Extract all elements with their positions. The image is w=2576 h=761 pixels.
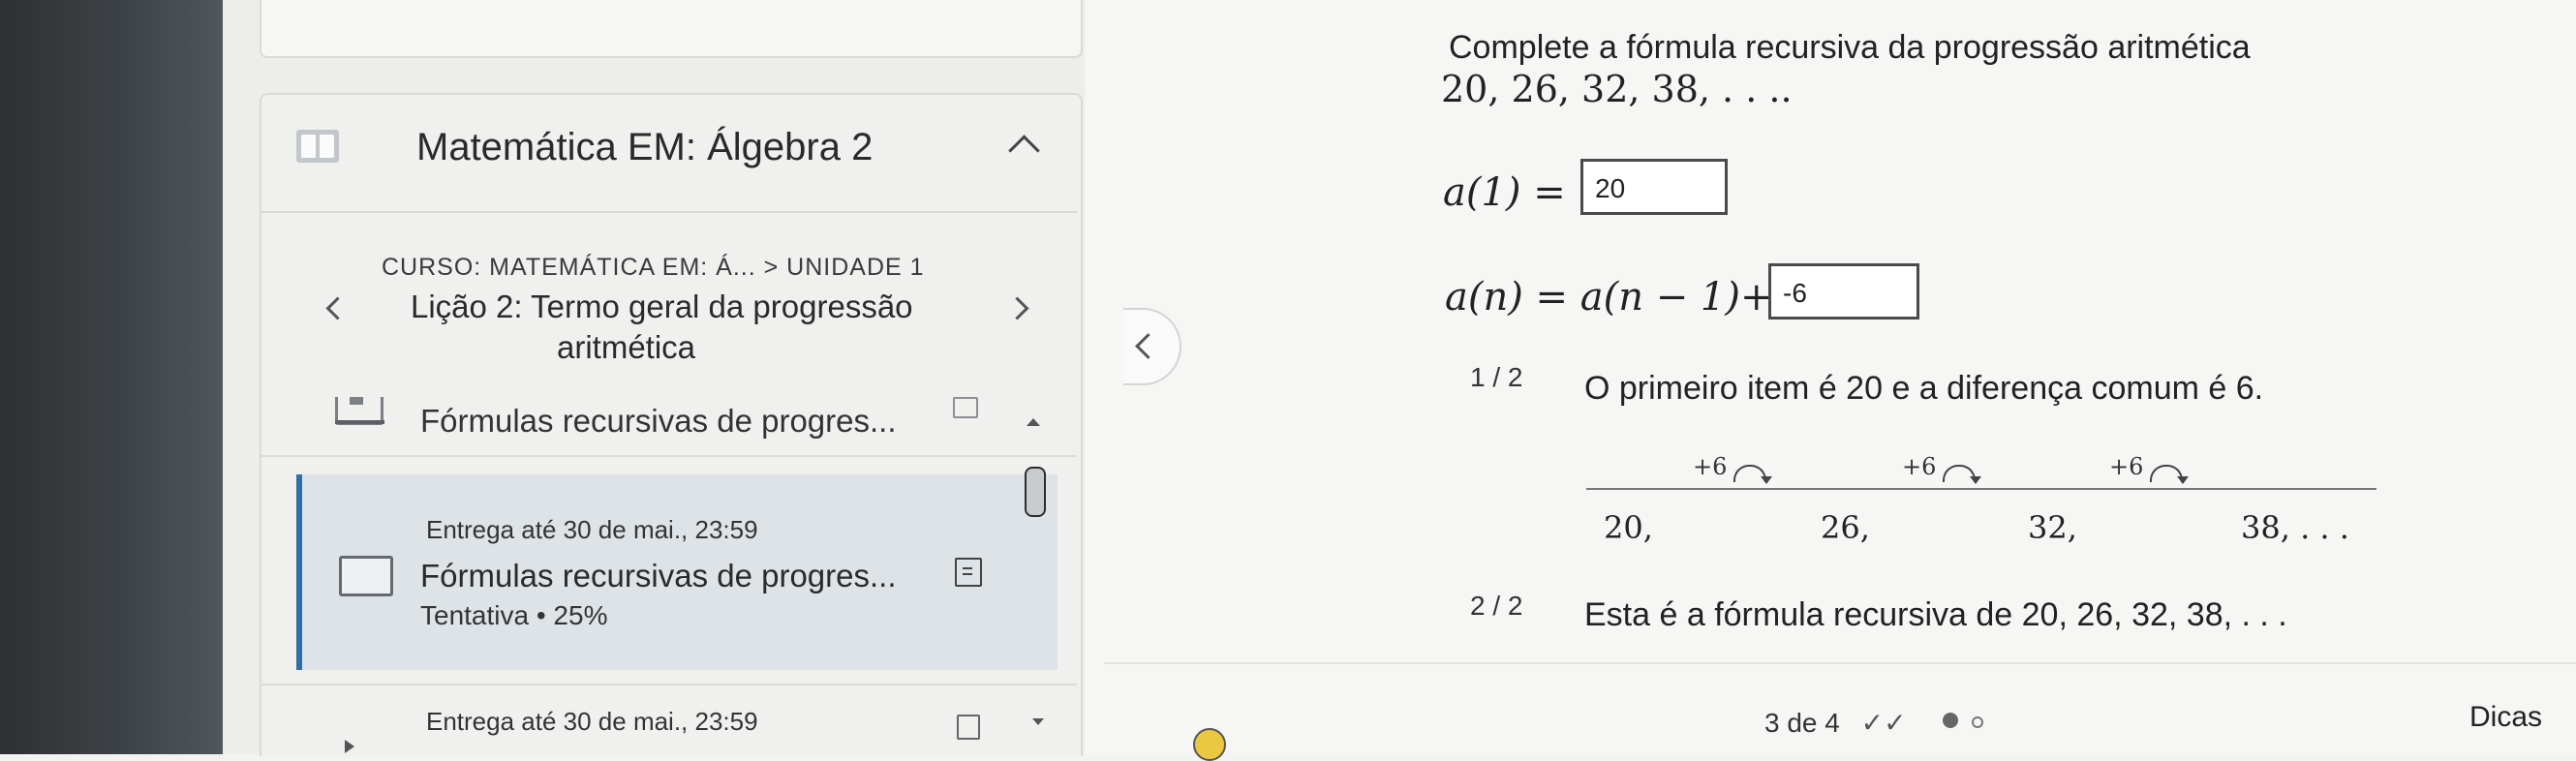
video-icon (345, 740, 354, 753)
divider (1104, 662, 2576, 664)
collapse-icon[interactable] (1027, 418, 1040, 426)
equation-recursive: a(n) = a(n − 1)+ (1445, 275, 1773, 320)
exercise-icon (955, 558, 982, 587)
lesson-title-line2: aritmética (557, 329, 696, 365)
divider (261, 211, 1077, 213)
increment-label: +6 (1902, 453, 1937, 480)
current-question-dot (1943, 713, 1958, 728)
common-difference-input[interactable]: -6 (1768, 263, 1919, 320)
sequence-term: 20, (1604, 509, 1653, 546)
equation-first-term: a(1) = (1443, 170, 1566, 215)
section-progress-line (335, 420, 384, 424)
first-term-input[interactable]: 20 (1580, 159, 1728, 215)
course-title[interactable]: Matemática EM: Álgebra 2 (416, 126, 873, 169)
check-icons: ✓✓ (1860, 708, 1907, 738)
author-avatar-icon[interactable] (1193, 728, 1226, 761)
question-sequence: 20, 26, 32, 38, . . .. (1441, 68, 1793, 110)
book-icon (296, 130, 339, 163)
exercise-type-icon (339, 556, 393, 596)
sequence-rule (1586, 488, 2377, 490)
increment-label: +6 (1693, 453, 1728, 480)
attempt-status: Tentativa • 25% (420, 600, 608, 630)
hint-counter: 2 / 2 (1470, 591, 1523, 621)
hints-button[interactable]: Dicas (2469, 701, 2542, 734)
lesson-title-line1: Lição 2: Termo geral da progressão (411, 289, 913, 324)
next-assignment-due-date: Entrega até 30 de mai., 23:59 (426, 707, 758, 736)
sequence-term: 32, (2028, 509, 2077, 546)
exercise-icon (957, 715, 980, 740)
previous-course-card[interactable] (260, 0, 1083, 58)
hint-text: O primeiro item é 20 e a diferença comum… (1584, 370, 2264, 407)
progress-indicator: 3 de 4 ✓✓ (1764, 707, 1907, 739)
divider (261, 455, 1077, 457)
divider (261, 684, 1077, 685)
breadcrumb[interactable]: CURSO: MATEMÁTICA EM: Á... > UNIDADE 1 (382, 254, 925, 282)
remaining-question-dot (1972, 716, 1983, 728)
assignment-title[interactable]: Fórmulas recursivas de progres... (420, 558, 897, 594)
increment-label: +6 (2109, 453, 2144, 480)
assignment-due-date: Entrega até 30 de mai., 23:59 (426, 515, 758, 544)
active-indicator (296, 474, 302, 670)
progress-text: 3 de 4 (1764, 708, 1840, 738)
hint-text: Esta é a fórmula recursiva de 20, 26, 32… (1584, 596, 2287, 633)
sequence-term: 38, . . . (2241, 509, 2349, 546)
hint-counter: 1 / 2 (1470, 362, 1523, 392)
window-edge (0, 0, 223, 754)
question-prompt: Complete a fórmula recursiva da progress… (1449, 29, 2251, 66)
scrollbar-thumb[interactable] (1025, 467, 1046, 517)
sequence-term: 26, (1821, 509, 1870, 546)
exercise-icon (953, 397, 978, 418)
chevron-down-icon[interactable] (1032, 718, 1044, 725)
section-title[interactable]: Fórmulas recursivas de progres... (420, 403, 897, 440)
